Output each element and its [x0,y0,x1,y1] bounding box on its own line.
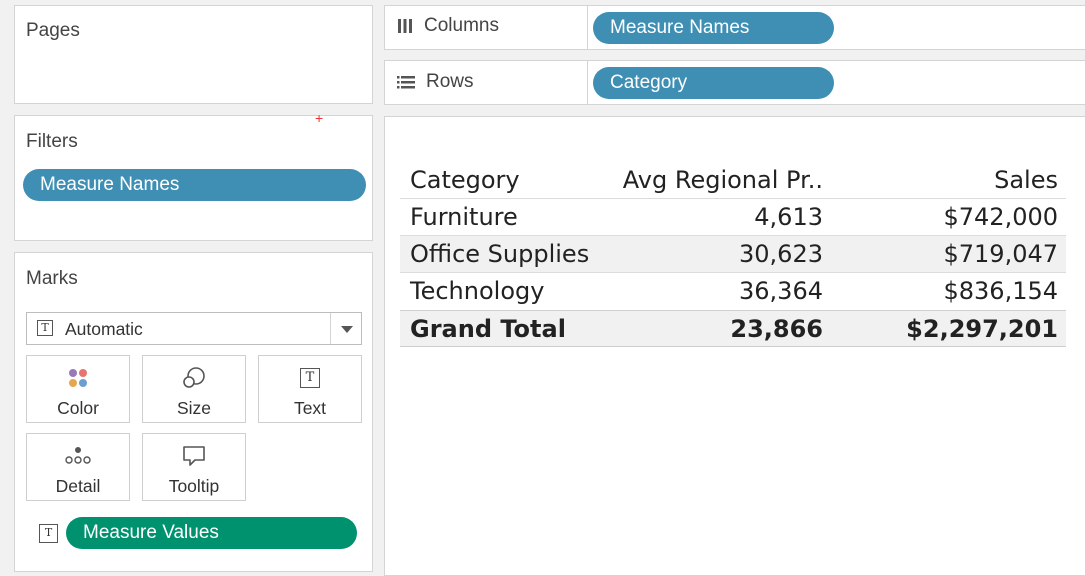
table-row[interactable]: Furniture 4,613 $742,000 [400,199,1066,236]
text-icon: T [259,366,361,390]
header-avg-regional-profit[interactable]: Avg Regional Pr.. [623,162,823,199]
color-card-label: Color [57,398,99,418]
cell-grand-total-avg-regional-profit: 23,866 [730,315,823,343]
text-encoding-icon[interactable]: T [39,524,58,543]
shelf-divider [587,6,588,49]
shelf-divider [587,61,588,104]
detail-card-label: Detail [55,476,101,496]
columns-shelf-label: Columns [396,15,499,37]
size-card-label: Size [176,398,212,418]
columns-shelf[interactable]: Columns Measure Names [384,5,1085,50]
columns-pill-measure-names[interactable]: Measure Names [593,12,834,44]
red-cursor-icon: + [315,110,324,126]
columns-label: Columns [424,15,499,36]
pages-panel[interactable]: Pages [14,5,373,104]
rows-label: Rows [426,71,474,92]
dropdown-divider [330,313,331,344]
tooltip-icon [143,444,245,468]
cell-category: Technology [410,277,545,305]
filters-panel[interactable]: Filters + Measure Names [14,110,373,241]
mark-type-value: Automatic [65,319,143,339]
table-row[interactable]: Technology 36,364 $836,154 [400,273,1066,310]
cell-sales: $719,047 [943,240,1058,268]
size-icon [143,366,245,390]
text-card[interactable]: T Text [258,355,362,423]
cell-grand-total-sales: $2,297,201 [906,315,1058,343]
mark-type-dropdown[interactable]: T Automatic [26,312,362,345]
grand-total-row[interactable]: Grand Total 23,866 $2,297,201 [400,310,1066,347]
table-header-row: Category Avg Regional Pr.. Sales [400,162,1066,199]
color-dots-icon [27,366,129,390]
cell-category: Office Supplies [410,240,590,268]
cell-avg-regional-profit: 36,364 [739,277,823,305]
detail-card[interactable]: Detail [26,433,130,501]
color-card[interactable]: Color [26,355,130,423]
size-card[interactable]: Size [142,355,246,423]
chevron-down-icon[interactable] [341,326,353,333]
cell-sales: $836,154 [943,277,1058,305]
cell-sales: $742,000 [943,203,1058,231]
marks-title: Marks [26,268,78,289]
crosstab-table: Category Avg Regional Pr.. Sales Furnitu… [400,162,1066,347]
columns-icon [398,19,412,33]
filter-pill-measure-names[interactable]: Measure Names [23,169,366,201]
filters-title: Filters [26,131,78,152]
tooltip-card-label: Tooltip [168,476,220,496]
rows-shelf-label: Rows [396,71,474,93]
rows-pill-category[interactable]: Category [593,67,834,99]
rows-shelf[interactable]: Rows Category [384,60,1085,105]
text-card-label: Text [293,398,327,418]
tooltip-card[interactable]: Tooltip [142,433,246,501]
table-row[interactable]: Office Supplies 30,623 $719,047 [400,236,1066,273]
measure-values-pill[interactable]: Measure Values [66,517,357,549]
rows-icon [397,76,415,89]
marks-panel[interactable]: Marks T Automatic Color Size T Text Deta… [14,252,373,572]
cell-avg-regional-profit: 30,623 [739,240,823,268]
cell-category: Furniture [410,203,518,231]
cell-grand-total-label: Grand Total [410,315,566,343]
detail-icon [27,444,129,468]
cell-avg-regional-profit: 4,613 [754,203,823,231]
header-category[interactable]: Category [410,162,520,199]
header-sales[interactable]: Sales [994,162,1058,199]
text-mark-icon: T [37,320,53,336]
pages-title: Pages [26,20,80,41]
